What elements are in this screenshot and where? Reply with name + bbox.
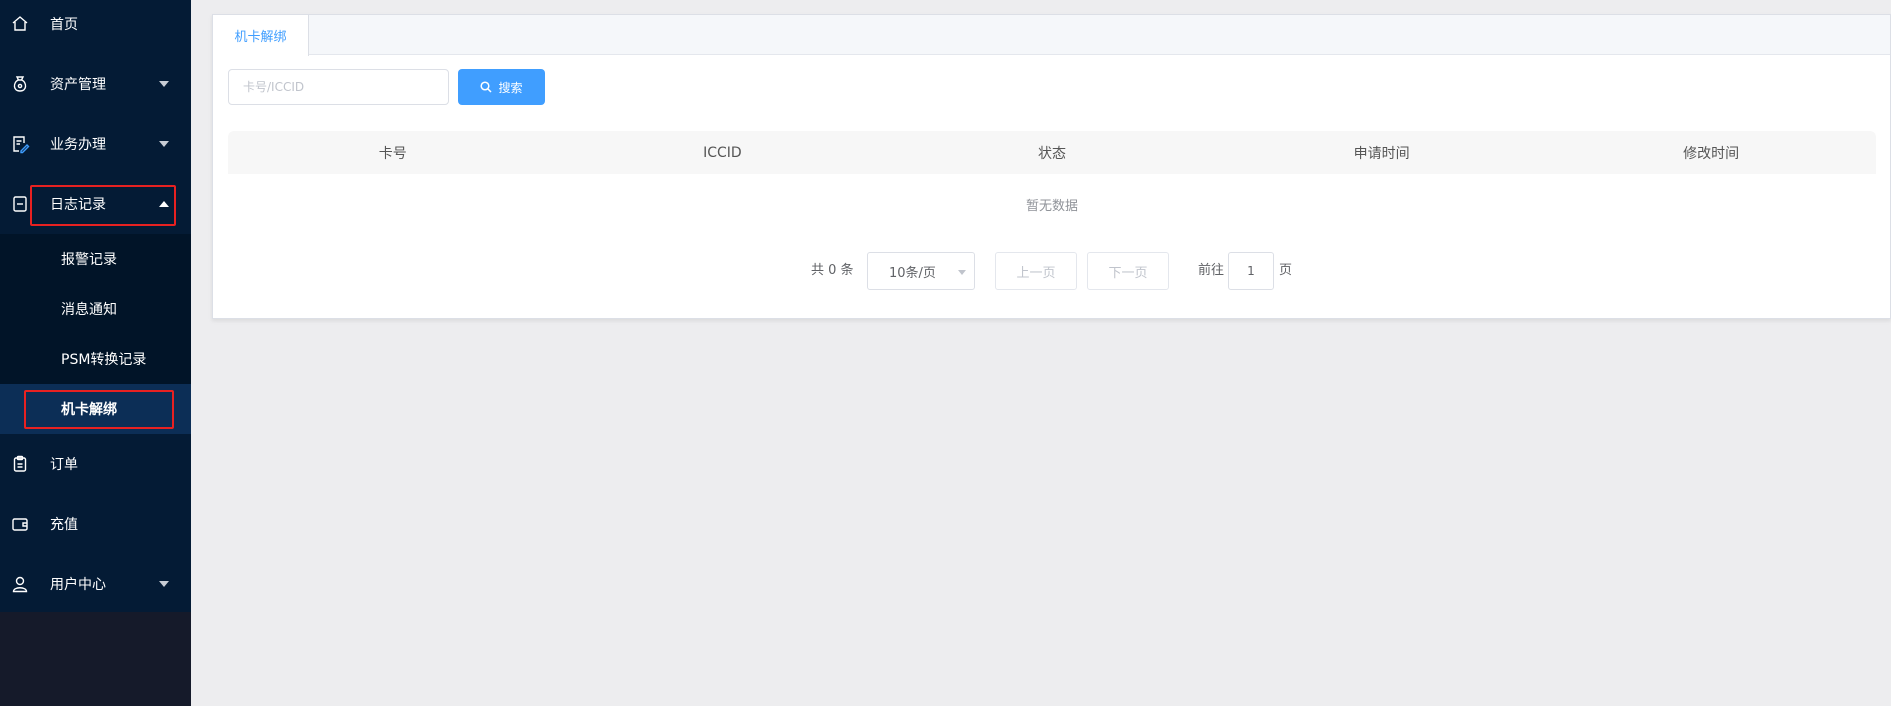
sidebar-item-orders[interactable]: 订单	[0, 434, 191, 494]
caret-down-icon	[958, 270, 966, 275]
total-count: 共 0 条	[811, 263, 854, 278]
sidebar-subitem-psm-records[interactable]: PSM转换记录	[0, 334, 191, 384]
page-unit-label: 页	[1279, 263, 1293, 278]
log-document-icon	[13, 196, 27, 212]
edit-document-icon	[13, 136, 30, 154]
goto-label: 前往	[1198, 263, 1225, 278]
table-header: 卡号 ICCID 状态 申请时间 修改时间	[228, 131, 1876, 174]
prev-page-button[interactable]: 上一页	[995, 252, 1077, 290]
page-size-select[interactable]: 10条/页	[867, 252, 975, 290]
sidebar-subitem-card-unbind[interactable]: 机卡解绑	[0, 384, 191, 434]
home-icon	[12, 16, 28, 31]
tab-bar: 机卡解绑	[213, 15, 1890, 56]
search-button[interactable]: 搜索	[458, 69, 545, 105]
chevron-down-icon	[159, 141, 169, 147]
sidebar-item-label: 充值	[50, 517, 78, 533]
column-header-status[interactable]: 状态	[887, 131, 1217, 174]
wallet-icon	[12, 518, 28, 531]
search-icon	[480, 81, 493, 93]
sidebar-subitem-label: PSM转换记录	[61, 352, 147, 368]
pagination: 共 0 条 10条/页 上一页 下一页 前往 页	[213, 252, 1890, 290]
sidebar-item-label: 业务办理	[50, 137, 106, 153]
search-input[interactable]	[228, 69, 449, 105]
clipboard-icon	[13, 455, 27, 472]
sidebar-subitem-label: 消息通知	[61, 302, 117, 318]
sidebar: 首页 资产管理 业务办理 日志记录 报警记录 消息通知 PSM转换记录 机卡解绑…	[0, 0, 191, 706]
sidebar-item-label: 用户中心	[50, 577, 106, 593]
money-bag-icon	[13, 76, 27, 92]
sidebar-item-home[interactable]: 首页	[0, 0, 191, 54]
sidebar-subitem-label: 报警记录	[61, 252, 117, 268]
sidebar-subitem-label: 机卡解绑	[61, 402, 117, 418]
sidebar-subitem-alarm-records[interactable]: 报警记录	[0, 234, 191, 284]
goto-page-input[interactable]	[1228, 252, 1274, 290]
sidebar-item-label: 资产管理	[50, 77, 106, 93]
sidebar-item-business[interactable]: 业务办理	[0, 114, 191, 174]
sidebar-item-assets[interactable]: 资产管理	[0, 54, 191, 114]
sidebar-item-label: 订单	[50, 457, 78, 473]
sidebar-item-logs[interactable]: 日志记录	[0, 174, 191, 234]
column-header-card-number[interactable]: 卡号	[228, 131, 558, 174]
column-header-apply-time[interactable]: 申请时间	[1217, 131, 1547, 174]
sidebar-item-label: 首页	[50, 17, 78, 33]
chevron-up-icon	[159, 201, 169, 207]
search-button-label: 搜索	[498, 80, 523, 95]
column-header-modify-time[interactable]: 修改时间	[1546, 131, 1876, 174]
log-submenu: 报警记录 消息通知 PSM转换记录 机卡解绑	[0, 234, 191, 434]
sidebar-item-label: 日志记录	[50, 197, 106, 213]
sidebar-item-user-center[interactable]: 用户中心	[0, 554, 191, 614]
user-icon	[12, 576, 28, 593]
chevron-down-icon	[159, 581, 169, 587]
empty-table-message: 暂无数据	[1025, 199, 1078, 214]
page-size-value: 10条/页	[889, 265, 936, 281]
sidebar-subitem-message-notification[interactable]: 消息通知	[0, 284, 191, 334]
chevron-down-icon	[159, 81, 169, 87]
next-page-button[interactable]: 下一页	[1087, 252, 1169, 290]
sidebar-item-recharge[interactable]: 充值	[0, 494, 191, 554]
column-header-iccid[interactable]: ICCID	[558, 131, 888, 174]
content-panel: 机卡解绑 搜索 卡号 ICCID 状态 申请时间 修改时间 暂无数据 共 0 条…	[212, 14, 1891, 319]
tab-card-unbind[interactable]: 机卡解绑	[213, 15, 309, 56]
sidebar-menu: 首页 资产管理 业务办理 日志记录 报警记录 消息通知 PSM转换记录 机卡解绑…	[0, 0, 191, 612]
